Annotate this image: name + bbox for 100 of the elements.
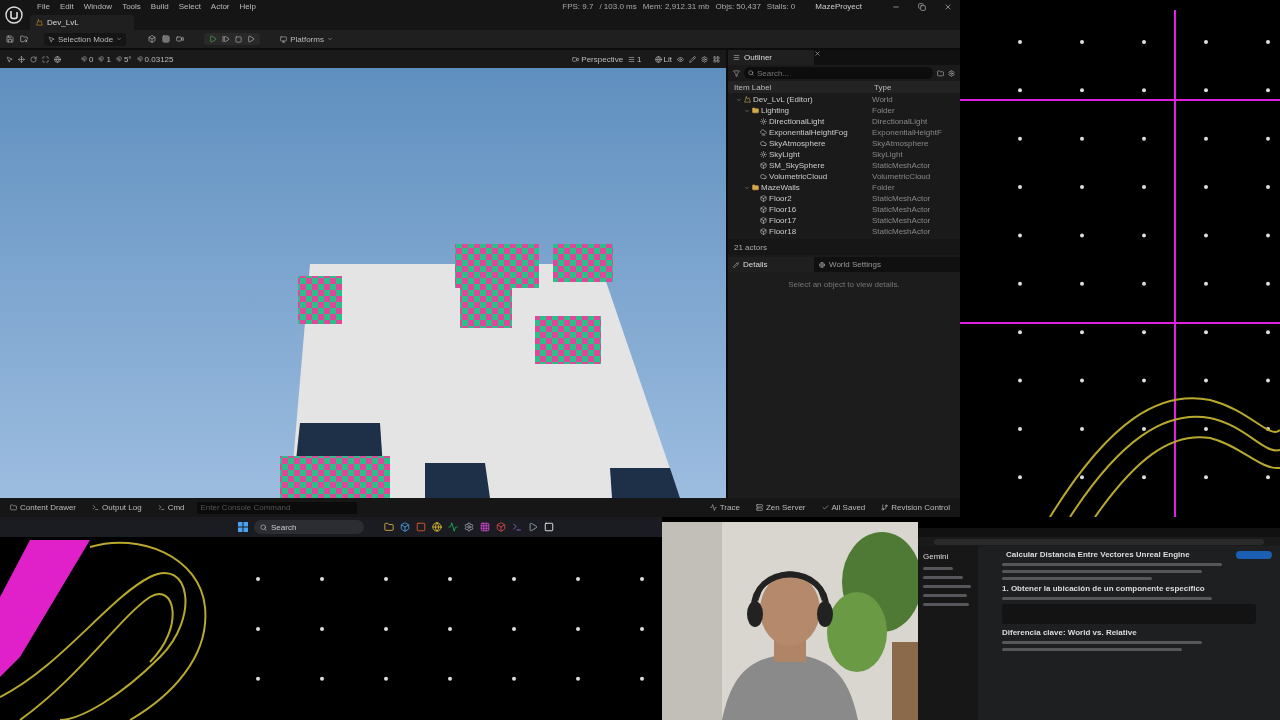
magnet-icon: [115, 56, 122, 62]
bottom-bar-button[interactable]: Revision Control: [877, 501, 954, 514]
blurred-text: [923, 567, 953, 570]
cloud-icon: [760, 140, 767, 147]
bottom-bar-button[interactable]: All Saved: [817, 501, 870, 514]
bottom-bar-button[interactable]: Zen Server: [751, 501, 810, 514]
close-icon[interactable]: [944, 2, 952, 11]
scale-icon[interactable]: [42, 55, 49, 63]
pencil-icon: [733, 261, 739, 268]
column-header[interactable]: Type: [868, 82, 960, 92]
menu-item[interactable]: Tools: [117, 2, 146, 11]
play-icon[interactable]: [528, 522, 538, 532]
menu-item[interactable]: Window: [78, 2, 118, 11]
item-type: StaticMeshActor: [871, 161, 931, 170]
item-label[interactable]: Floor16: [769, 205, 797, 214]
search-field[interactable]: Search...: [744, 67, 933, 79]
column-header[interactable]: Item Label: [728, 82, 868, 92]
item-label[interactable]: Floor18: [769, 227, 797, 236]
globe-icon[interactable]: [54, 55, 61, 63]
layout-dropdown[interactable]: 1: [628, 54, 642, 64]
bottom-bar-button[interactable]: Content Drawer: [6, 501, 81, 514]
monitor-icon: [280, 35, 288, 43]
add-folder-icon[interactable]: [937, 69, 944, 77]
cube-icon[interactable]: [400, 522, 410, 532]
bottom-bar-button[interactable]: Cmd: [153, 501, 189, 514]
select-icon[interactable]: [6, 55, 13, 63]
menu-item[interactable]: Build: [145, 2, 174, 11]
sun-icon: [760, 118, 767, 125]
pencil-icon[interactable]: [689, 55, 696, 63]
settings-icon[interactable]: [701, 55, 708, 63]
cube-icon[interactable]: [496, 522, 506, 532]
panel-tab[interactable]: Details: [728, 257, 814, 272]
outliner-tab[interactable]: Outliner: [728, 50, 814, 65]
item-type: StaticMeshActor: [871, 227, 931, 236]
search-icon: [260, 523, 267, 531]
terminal-icon: [157, 504, 165, 511]
menu-item[interactable]: Help: [234, 2, 261, 11]
globe-icon[interactable]: [432, 522, 442, 532]
menu-item[interactable]: Select: [173, 2, 206, 11]
taskbar-search[interactable]: Search: [254, 520, 364, 534]
step-icon[interactable]: [222, 35, 231, 43]
pointer-icon: [48, 35, 55, 43]
pulse-icon[interactable]: [448, 522, 458, 532]
item-label[interactable]: DirectionalLight: [769, 117, 825, 126]
snap-setting[interactable]: 0: [81, 54, 94, 64]
settings-icon[interactable]: [464, 522, 474, 532]
item-label[interactable]: Lighting: [761, 106, 790, 115]
snap-setting[interactable]: 1: [98, 54, 111, 64]
level-tab[interactable]: Dev_LvL: [30, 15, 134, 30]
browse-icon[interactable]: [20, 35, 28, 43]
item-label[interactable]: Dev_LvL (Editor): [753, 95, 813, 104]
eye-icon[interactable]: [677, 55, 684, 63]
menu-item[interactable]: Actor: [205, 2, 235, 11]
log-icon: [92, 504, 100, 511]
globe-icon: [819, 261, 825, 268]
item-label[interactable]: ExponentialHeightFog: [769, 128, 848, 137]
lighting-dropdown[interactable]: Lit: [654, 54, 672, 64]
panel-tab[interactable]: World Settings: [814, 257, 900, 272]
snap-setting[interactable]: 5°: [115, 54, 132, 64]
item-label[interactable]: Floor2: [769, 194, 792, 203]
mode-dropdown[interactable]: Selection Mode: [44, 32, 127, 46]
stop-icon[interactable]: [235, 35, 243, 43]
cloud-icon: [760, 173, 767, 180]
item-label[interactable]: SkyLight: [769, 150, 800, 159]
item-label[interactable]: MazeWalls: [761, 183, 800, 192]
item-label[interactable]: SkyAtmosphere: [769, 139, 826, 148]
camera-icon[interactable]: [176, 35, 185, 43]
logo-icon[interactable]: [5, 6, 23, 24]
list-icon: [733, 54, 740, 61]
close-icon[interactable]: [814, 50, 821, 57]
save-icon[interactable]: [6, 35, 14, 43]
menu-item[interactable]: File: [32, 2, 55, 11]
restore-icon[interactable]: [918, 2, 926, 11]
bottom-bar-button[interactable]: Output Log: [88, 501, 146, 514]
play-icon[interactable]: [247, 35, 256, 43]
blurred-text: [923, 585, 971, 588]
menu-item[interactable]: Edit: [54, 2, 79, 11]
item-label[interactable]: SM_SkySphere: [769, 161, 825, 170]
item-label[interactable]: Floor17: [769, 216, 797, 225]
rotate-icon[interactable]: [30, 55, 37, 63]
settings-icon[interactable]: [948, 69, 955, 77]
layout-icon[interactable]: [713, 55, 720, 63]
start-icon[interactable]: [238, 522, 248, 532]
view-dropdown[interactable]: Perspective: [572, 54, 624, 64]
add-actor-icon[interactable]: [148, 35, 157, 43]
play-icon[interactable]: [209, 35, 218, 43]
item-type: StaticMeshActor: [871, 205, 931, 214]
bottom-bar-button[interactable]: Trace: [705, 501, 744, 514]
lines-icon: [628, 55, 636, 63]
item-label[interactable]: VolumetricCloud: [769, 172, 828, 181]
sun-icon: [760, 151, 767, 158]
snap-setting[interactable]: 0.03125: [136, 54, 174, 64]
actor-count: 21 actors: [728, 239, 960, 255]
app-name: Gemini: [923, 552, 950, 561]
platforms-button[interactable]: Platforms: [276, 32, 337, 46]
filter-icon[interactable]: [733, 69, 740, 77]
folder-icon[interactable]: [384, 522, 394, 532]
move-icon[interactable]: [18, 55, 25, 63]
item-type: VolumetricCloud: [871, 172, 931, 181]
upgrade-button[interactable]: [1236, 550, 1272, 559]
